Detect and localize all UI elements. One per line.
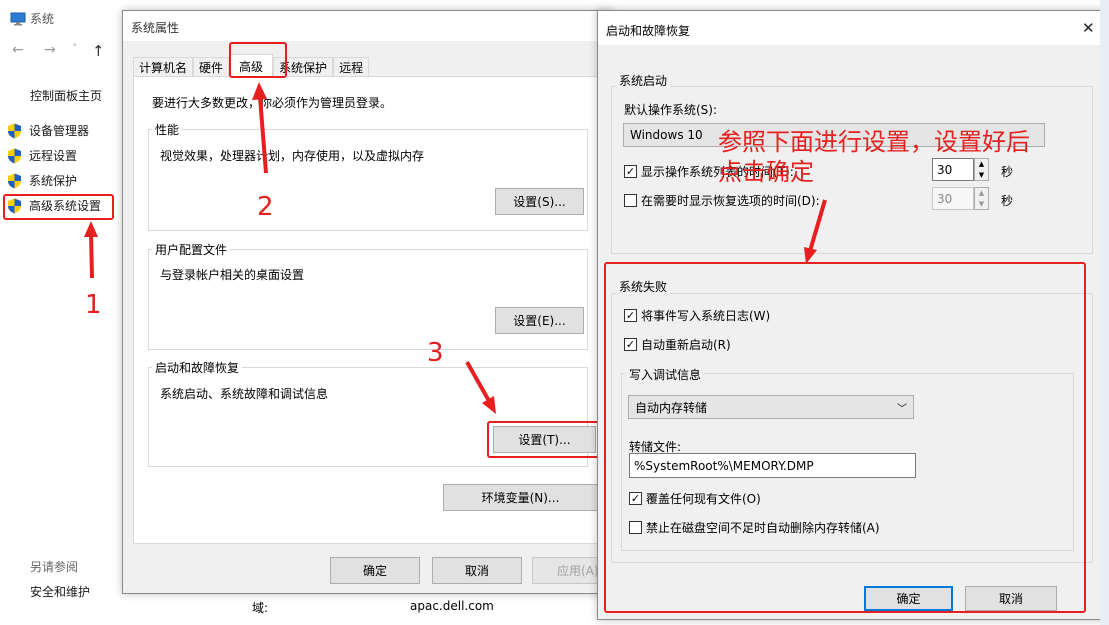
arrow-3: [465, 361, 491, 402]
arrow-2: [258, 96, 268, 174]
background-window-edge: [1100, 0, 1109, 625]
annotation-arrows: [84, 82, 827, 414]
arrow-4: [808, 199, 827, 252]
annotation-instruction-line-2: 点击确定: [718, 158, 814, 186]
annotation-number-3: 3: [427, 338, 444, 368]
annotation-instruction-line-1: 参照下面进行设置，设置好后: [718, 128, 1030, 156]
arrow-1: [89, 231, 94, 279]
annotation-instruction: 参照下面进行设置，设置好后 点击确定: [718, 127, 1030, 187]
arrowhead-4: [804, 247, 817, 264]
annotation-number-1: 1: [85, 290, 102, 320]
arrowhead-1: [84, 221, 98, 237]
arrowhead-2: [252, 82, 267, 100]
annotation-number-2: 2: [257, 192, 274, 222]
